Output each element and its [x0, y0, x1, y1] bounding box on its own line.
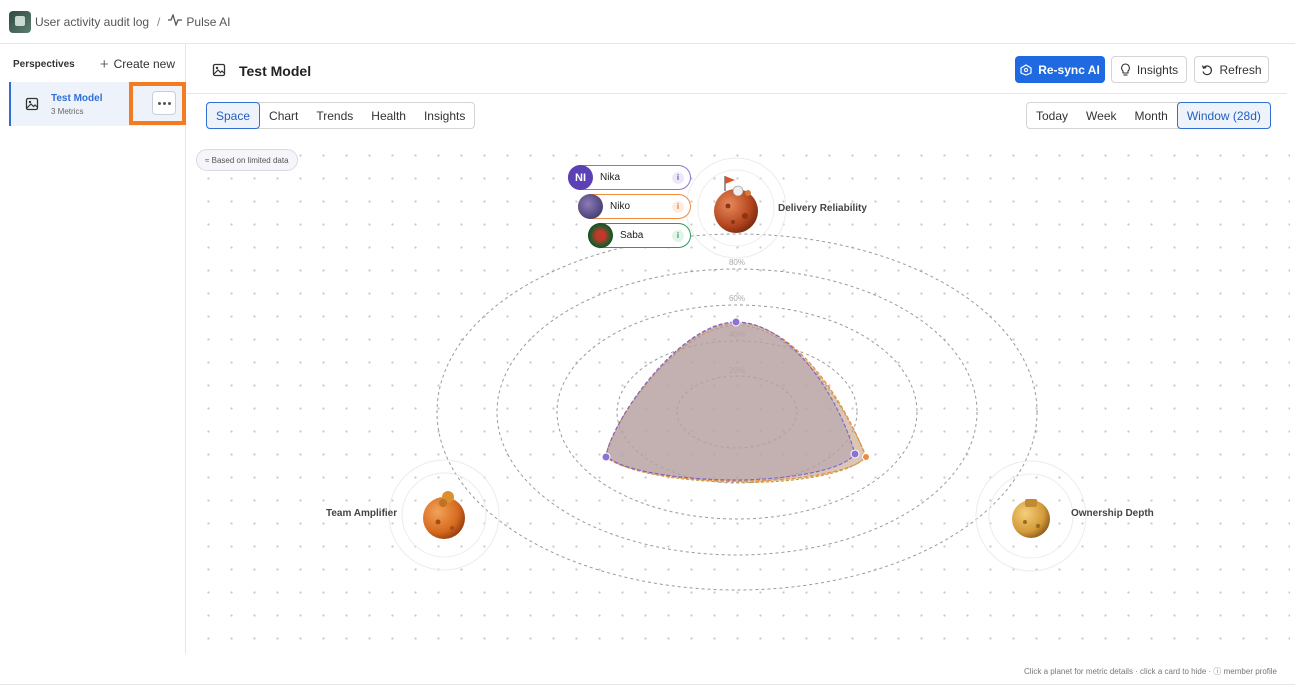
planet-label-team-amplifier[interactable]: Team Amplifier: [326, 508, 397, 519]
info-icon[interactable]: i: [672, 171, 684, 184]
avatar: [588, 223, 613, 248]
avatar: [578, 194, 603, 219]
ring-label-80: 80%: [729, 258, 745, 267]
info-icon[interactable]: i: [672, 200, 684, 213]
ring-label-60: 60%: [729, 294, 745, 303]
planet-team-amplifier[interactable]: [423, 491, 465, 539]
member-card-saba[interactable]: Saba i: [588, 223, 691, 248]
planet-label-delivery-reliability[interactable]: Delivery Reliability: [778, 203, 867, 214]
vertex-point: [850, 449, 860, 459]
divider: [0, 684, 1295, 685]
planet-label-ownership-depth[interactable]: Ownership Depth: [1071, 508, 1154, 519]
member-card-niko[interactable]: Niko i: [578, 194, 691, 219]
member-name: Saba: [620, 230, 644, 241]
space-visualization: 80% 60% 40% 20%: [388, 157, 1087, 591]
planet-delivery-reliability[interactable]: [714, 176, 758, 233]
vertex-point: [601, 452, 611, 462]
planet-ownership-depth[interactable]: [1012, 499, 1050, 538]
info-icon[interactable]: i: [672, 229, 684, 242]
member-shape-nika: [605, 321, 856, 481]
vertex-point: [731, 317, 741, 327]
member-name: Niko: [610, 201, 631, 212]
vertex-point: [862, 453, 870, 461]
member-card-nika[interactable]: NI Nika i: [568, 165, 691, 190]
member-name: Nika: [600, 172, 621, 183]
avatar: NI: [568, 165, 593, 190]
canvas-hint: Click a planet for metric details · clic…: [1024, 667, 1277, 676]
